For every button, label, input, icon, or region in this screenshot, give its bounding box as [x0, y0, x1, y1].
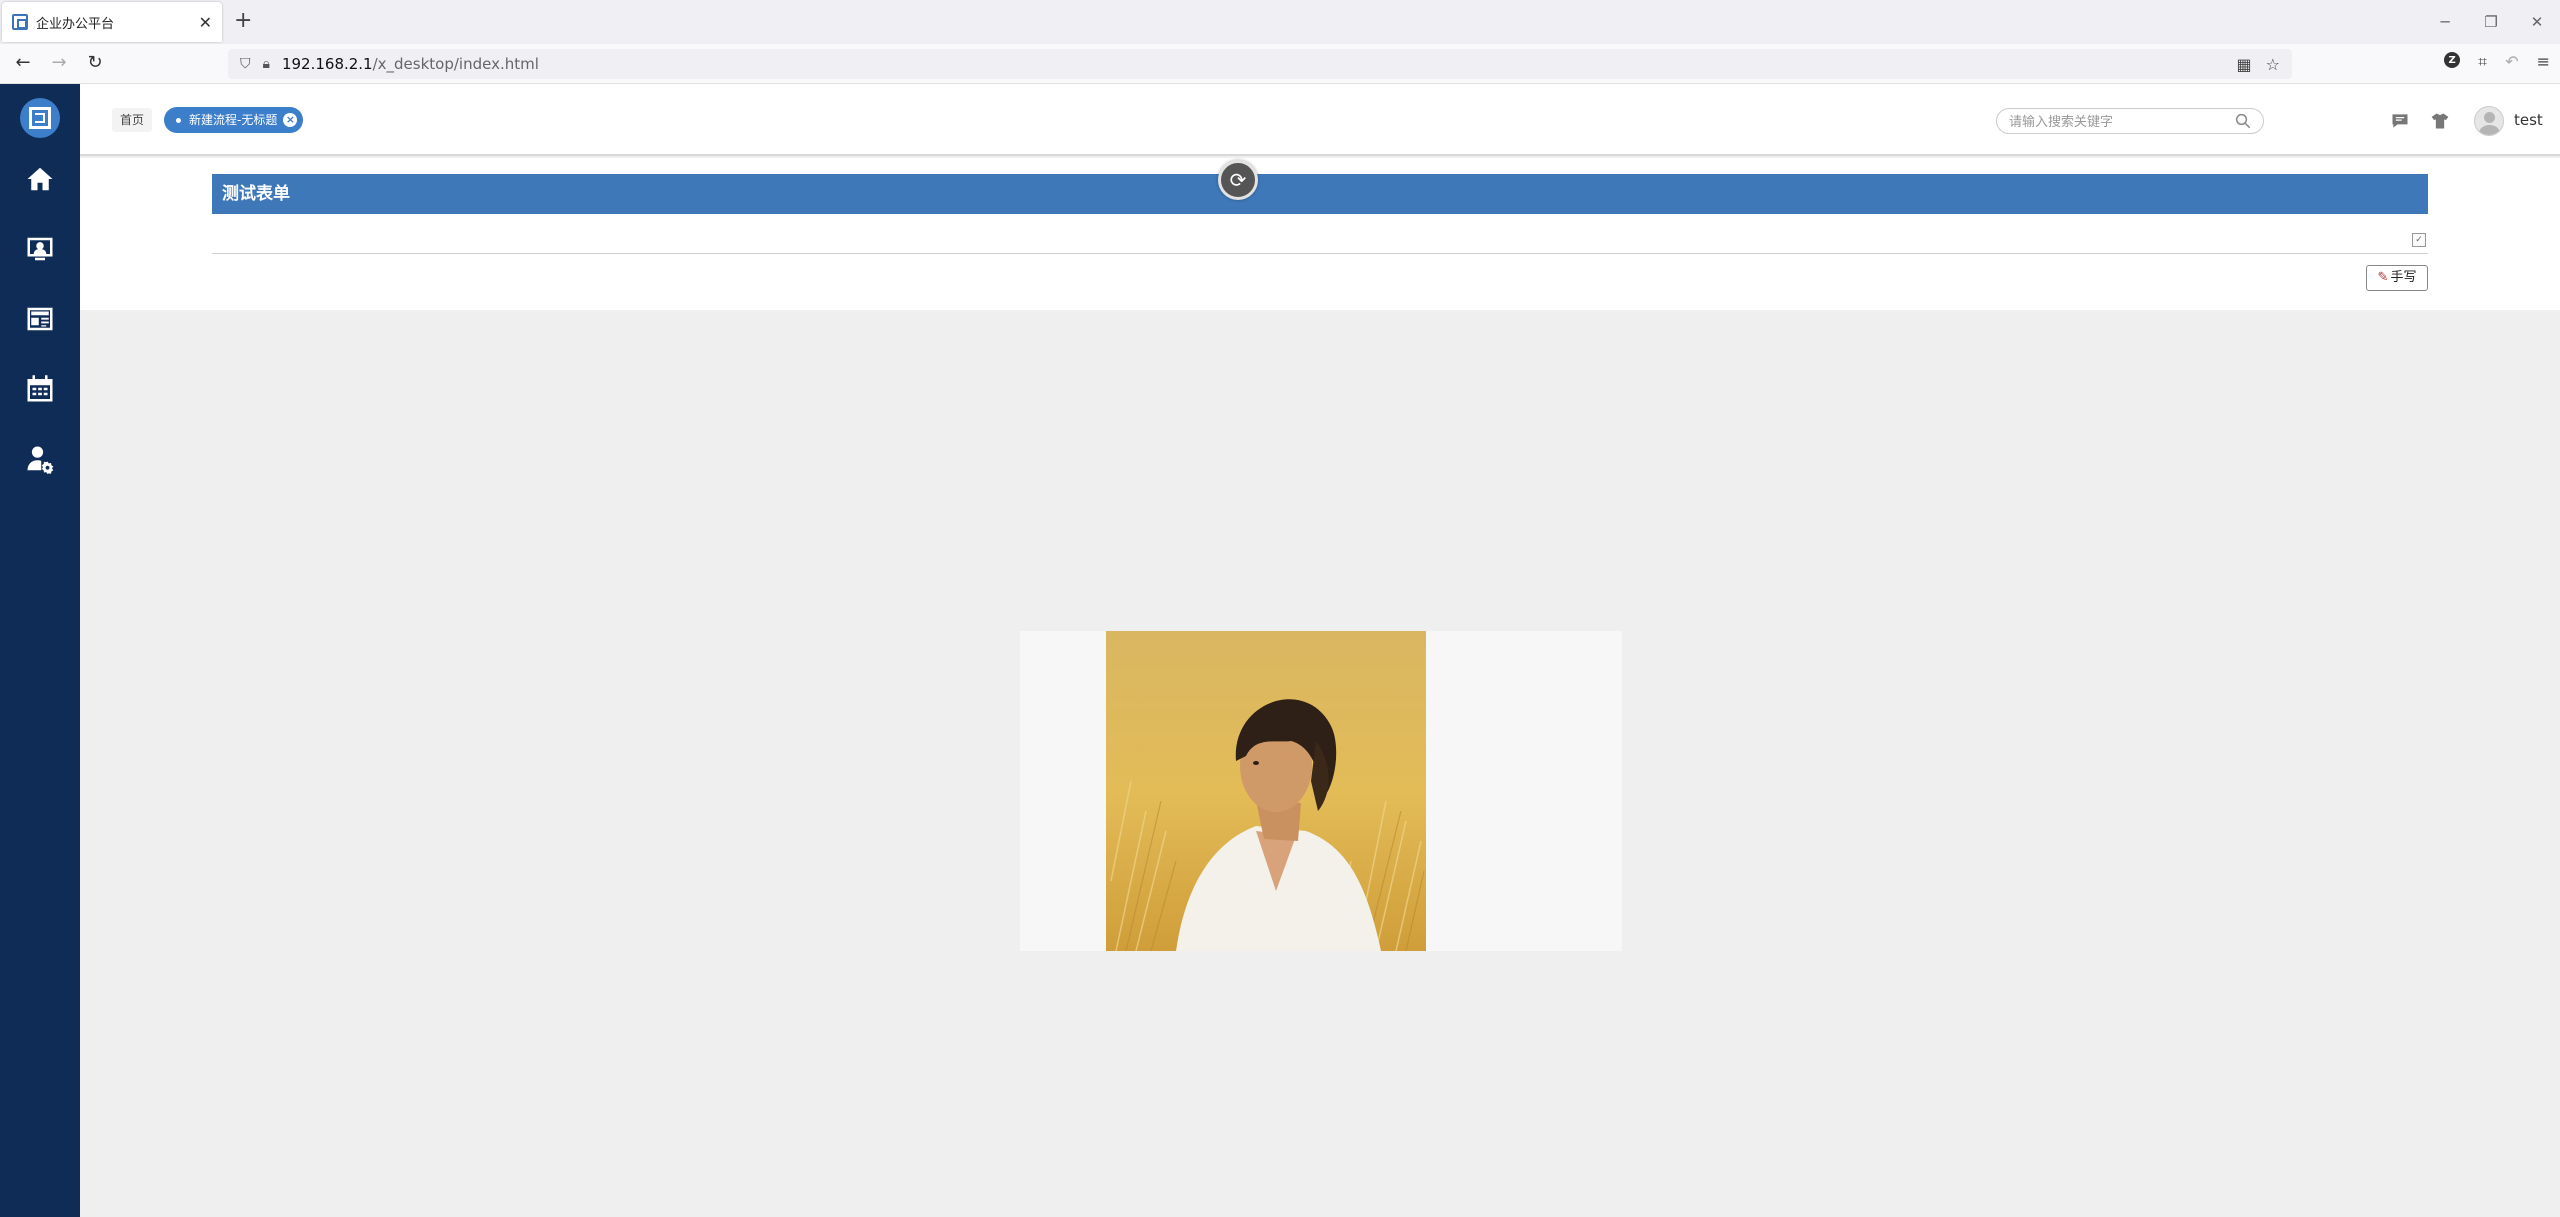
qr-code-icon[interactable]: ▦: [2237, 55, 2252, 74]
form-checkbox-icon[interactable]: ✓: [2412, 233, 2426, 247]
site-favicon-icon: [12, 14, 28, 30]
message-icon[interactable]: [2390, 111, 2410, 131]
avatar[interactable]: [2474, 106, 2504, 136]
image-preview-card: [1020, 631, 1622, 951]
window-controls: ─ ❐ ✕: [2422, 0, 2560, 44]
search-input[interactable]: [1996, 108, 2264, 134]
browser-tab-title: 企业办公平台: [36, 16, 115, 32]
minimize-button[interactable]: ─: [2422, 0, 2468, 44]
tab-close-icon[interactable]: ✕: [199, 13, 212, 32]
active-dot-icon: [176, 117, 181, 123]
tab-new-process-label: 新建流程-无标题: [189, 113, 278, 127]
tab-close-icon[interactable]: ×: [283, 113, 298, 127]
browser-tab-strip: 企业办公平台 ✕ + ─ ❐ ✕: [0, 0, 2560, 44]
bookmark-star-icon[interactable]: ☆: [2266, 55, 2280, 74]
main-content: 测试表单 ⟳ ✓ ✎ 手写: [80, 158, 2560, 1217]
tab-home[interactable]: 首页: [112, 108, 153, 132]
address-bar[interactable]: ⛉ 🔒︎ 192.168.2.1/x_desktop/index.html ▦ …: [228, 49, 2292, 79]
browser-tab[interactable]: 企业办公平台 ✕: [2, 2, 222, 42]
new-tab-button[interactable]: +: [234, 8, 252, 33]
tab-new-process[interactable]: 新建流程-无标题 ×: [164, 107, 304, 133]
home-icon: [27, 167, 53, 191]
menu-icon[interactable]: ≡: [2537, 52, 2550, 72]
screenshot-crop-icon[interactable]: ⌗: [2478, 52, 2487, 72]
logo-icon: [29, 107, 51, 129]
form-title: 测试表单: [212, 174, 2428, 214]
user-settings-icon: [27, 446, 54, 474]
news-icon: [27, 307, 53, 331]
forward-icon[interactable]: →: [46, 52, 72, 73]
person-board-icon: [27, 237, 53, 261]
username[interactable]: test: [2514, 111, 2543, 129]
handwrite-label: 手写: [2390, 270, 2417, 285]
app-header: 首页 新建流程-无标题 × test: [80, 84, 2560, 156]
extension-z-icon[interactable]: Z: [2444, 52, 2461, 68]
url-host: 192.168.2.1: [281, 55, 373, 73]
sidebar-item-calendar[interactable]: [0, 354, 80, 424]
browser-navbar: ← → ↻ ⛉ 🔒︎ 192.168.2.1/x_desktop/index.h…: [0, 44, 2560, 84]
app-logo[interactable]: [20, 98, 60, 138]
form-divider: [212, 253, 2428, 254]
app-sidebar: [0, 84, 80, 1217]
portrait-photo: [1106, 631, 1426, 951]
lock-icon[interactable]: 🔒︎: [263, 56, 270, 72]
close-window-button[interactable]: ✕: [2514, 0, 2560, 44]
url-path: /x_desktop/index.html: [372, 55, 539, 73]
sidebar-item-news[interactable]: [0, 284, 80, 354]
handwrite-button[interactable]: ✎ 手写: [2366, 265, 2428, 291]
sidebar-item-home[interactable]: [0, 144, 80, 214]
undo-icon[interactable]: ↶: [2505, 52, 2518, 72]
restore-button[interactable]: ❐: [2468, 0, 2514, 44]
calendar-icon: [27, 375, 53, 402]
sidebar-item-person-board[interactable]: [0, 214, 80, 284]
reload-icon[interactable]: ↻: [82, 52, 108, 73]
pen-icon: ✎: [2377, 270, 2389, 285]
back-icon[interactable]: ←: [10, 52, 36, 73]
search-icon[interactable]: [2234, 112, 2252, 130]
sidebar-item-user-settings[interactable]: [0, 424, 80, 494]
theme-shirt-icon[interactable]: [2430, 111, 2450, 131]
form-panel: 测试表单 ⟳ ✓ ✎ 手写: [80, 158, 2560, 310]
refresh-icon[interactable]: ⟳: [1218, 160, 1258, 200]
shield-icon[interactable]: ⛉: [240, 56, 251, 72]
